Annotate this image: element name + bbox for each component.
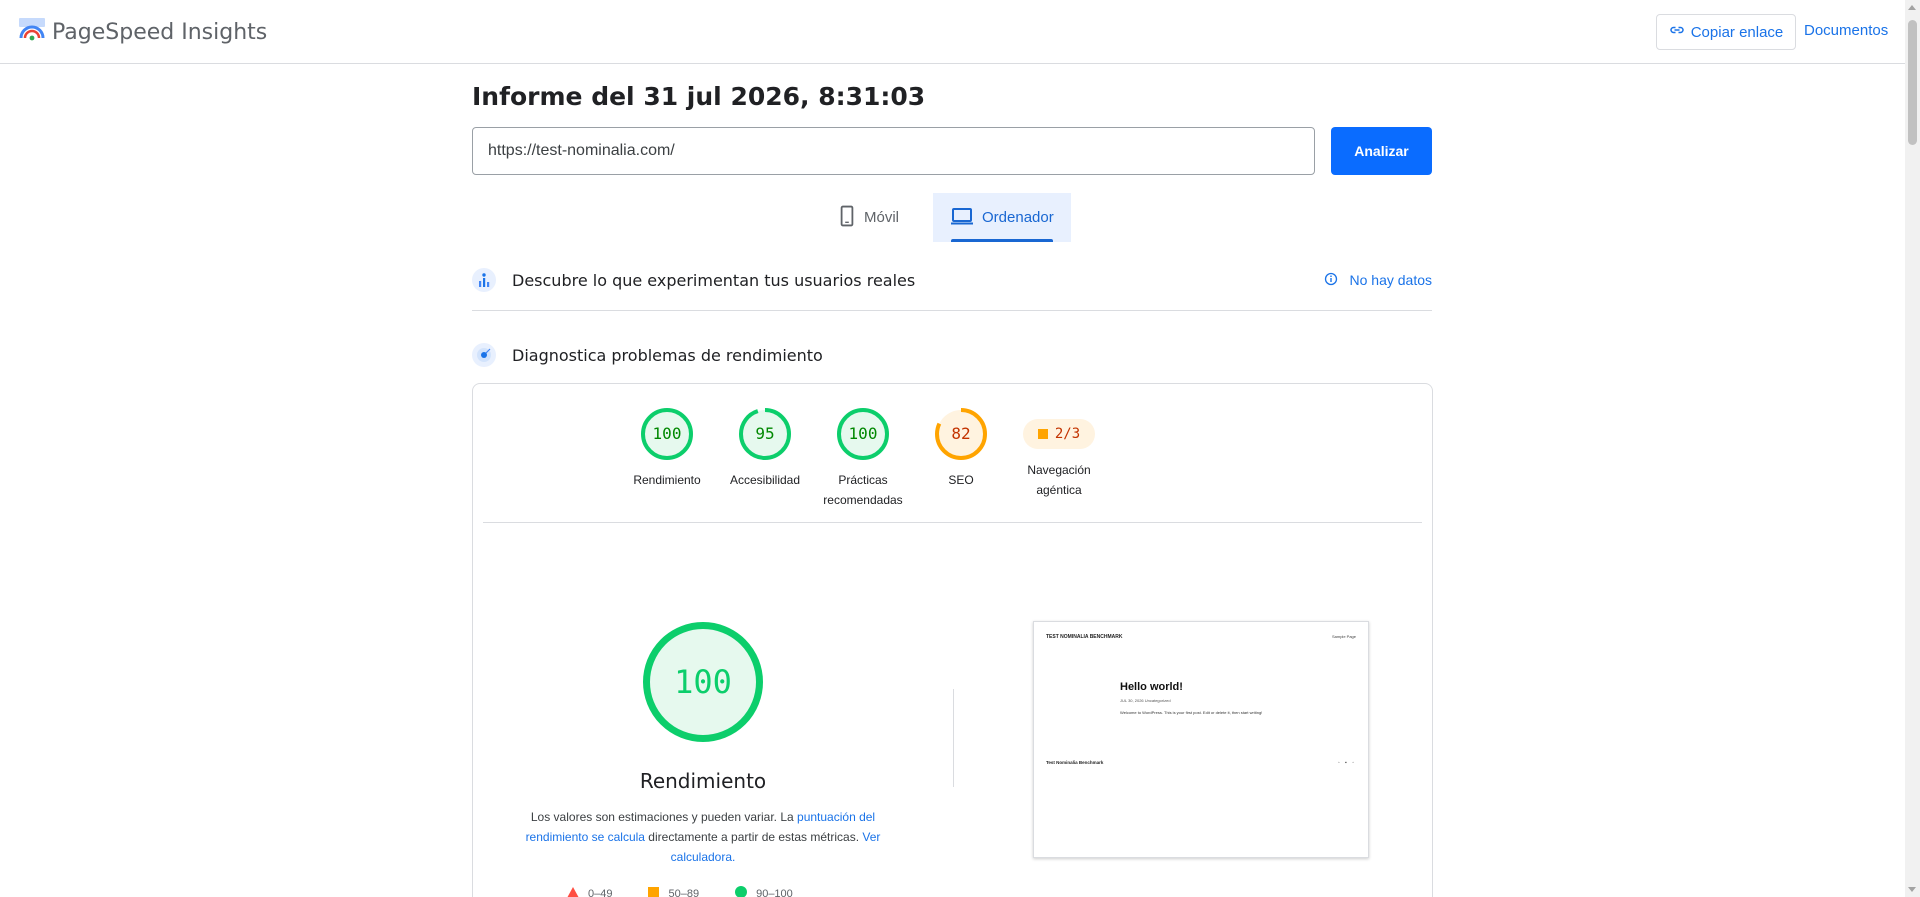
diagnostics-section-header: Diagnostica problemas de rendimiento xyxy=(472,343,1432,367)
lighthouse-icon xyxy=(472,343,496,367)
gauge-label: Rendimiento xyxy=(633,473,701,487)
brand[interactable]: PageSpeed Insights xyxy=(18,16,267,49)
section-divider xyxy=(472,310,1432,311)
gauge-label: Prácticas recomendadas xyxy=(823,473,903,507)
preview-site-title: TEST NOMINALIA BENCHMARK xyxy=(1046,634,1123,640)
page-screenshot-preview[interactable]: TEST NOMINALIA BENCHMARK Sample Page Hel… xyxy=(1033,621,1369,858)
square-icon xyxy=(648,886,660,897)
top-bar: PageSpeed Insights Copiar enlace Documen… xyxy=(0,0,1905,64)
performance-description: Los valores son estimaciones y pueden va… xyxy=(525,807,881,867)
scroll-thumb[interactable] xyxy=(1908,20,1917,145)
card-divider xyxy=(483,522,1422,523)
gauge-label: Navegación agéntica xyxy=(1027,463,1091,497)
legend-pass: 90–100 xyxy=(735,886,793,897)
score-legend: 0–49 50–89 90–100 xyxy=(567,886,829,897)
gauge-ring: 100 xyxy=(641,408,693,460)
preview-footer-icons: ◦ ▪ ◦ xyxy=(1337,760,1356,766)
preview-post-title: Hello world! xyxy=(1120,681,1183,693)
no-data-link[interactable]: No hay datos xyxy=(1324,272,1433,289)
crux-section-title: Descubre lo que experimentan tus usuario… xyxy=(512,270,916,290)
legend-fail: 0–49 xyxy=(567,886,613,897)
triangle-icon xyxy=(567,886,579,897)
page-scrollbar[interactable] xyxy=(1905,0,1920,897)
laptop-icon xyxy=(950,206,982,230)
agentic-badge: 2/3 xyxy=(1023,419,1095,449)
preview-sample-page: Sample Page xyxy=(1331,634,1356,639)
category-gauge[interactable]: 100 Prácticas recomendadas xyxy=(808,408,918,510)
desc-text-1: Los valores son estimaciones y pueden va… xyxy=(530,810,798,824)
preview-post-meta: JUL 30, 2026 Uncategorized xyxy=(1120,698,1171,703)
scroll-up-icon[interactable] xyxy=(1908,5,1916,10)
gauge-score: 100 xyxy=(848,424,878,443)
category-gauge[interactable]: 95 Accesibilidad xyxy=(710,408,820,490)
preview-post-body: Welcome to WordPress. This is your first… xyxy=(1120,710,1263,715)
legend-average: 50–89 xyxy=(648,886,700,897)
tab-active-indicator xyxy=(951,239,1053,242)
category-gauge[interactable]: 2/3 Navegación agéntica xyxy=(1004,408,1114,500)
tab-desktop[interactable]: Ordenador xyxy=(933,193,1071,242)
copy-link-label: Copiar enlace xyxy=(1690,23,1784,41)
diagnostics-section-title: Diagnostica problemas de rendimiento xyxy=(512,345,823,365)
scores-card: 100 Rendimiento 95 Accesibilidad 100 Práctica… xyxy=(472,383,1433,897)
gauge-ring: 82 xyxy=(935,408,987,460)
gauge-ring: 100 xyxy=(837,408,889,460)
report-title: Informe del 31 jul 2026, 8:31:03 xyxy=(472,82,926,111)
badge-score: 2/3 xyxy=(1054,426,1081,442)
no-data-label: No hay datos xyxy=(1349,272,1433,288)
performance-label: Rendimiento xyxy=(639,769,767,793)
scroll-down-icon[interactable] xyxy=(1908,887,1916,892)
tab-desktop-label: Ordenador xyxy=(982,209,1054,226)
category-gauge[interactable]: 100 Rendimiento xyxy=(612,408,722,490)
crux-section-header: Descubre lo que experimentan tus usuario… xyxy=(472,268,1432,292)
legend-pass-label: 90–100 xyxy=(756,887,793,897)
gauge-label: Accesibilidad xyxy=(729,473,801,487)
tab-mobile[interactable]: Móvil xyxy=(838,193,928,242)
vertical-divider xyxy=(953,689,954,787)
performance-score: 100 xyxy=(674,663,732,701)
category-gauge[interactable]: 82 SEO xyxy=(906,408,1016,490)
brand-name: PageSpeed Insights xyxy=(52,20,268,45)
circle-icon xyxy=(735,886,748,897)
users-chart-icon xyxy=(472,268,496,292)
preview-footer-title: Test Nominalia Benchmark xyxy=(1046,760,1104,765)
performance-gauge: 100 xyxy=(643,622,763,742)
gauge-score: 82 xyxy=(951,424,971,443)
url-input[interactable] xyxy=(472,127,1315,175)
analyze-button[interactable]: Analizar xyxy=(1331,127,1432,175)
legend-fail-label: 0–49 xyxy=(588,887,613,897)
tab-mobile-label: Móvil xyxy=(864,209,900,226)
gauge-label: SEO xyxy=(948,473,974,487)
copy-link-button[interactable]: Copiar enlace xyxy=(1656,14,1796,50)
category-gauges: 100 Rendimiento 95 Accesibilidad 100 Práctica… xyxy=(473,408,1432,518)
square-icon xyxy=(1037,429,1048,439)
legend-average-label: 50–89 xyxy=(668,887,700,897)
smartphone-icon xyxy=(838,205,864,231)
gauge-score: 100 xyxy=(652,424,682,443)
gauge-ring: 95 xyxy=(739,408,791,460)
docs-link[interactable]: Documentos xyxy=(1804,22,1888,39)
pagespeed-logo-icon xyxy=(18,16,46,49)
info-icon xyxy=(1324,272,1350,289)
desc-text-2: directamente a partir de estas métricas. xyxy=(644,830,863,844)
gauge-score: 95 xyxy=(755,424,775,443)
link-icon xyxy=(1669,22,1691,42)
